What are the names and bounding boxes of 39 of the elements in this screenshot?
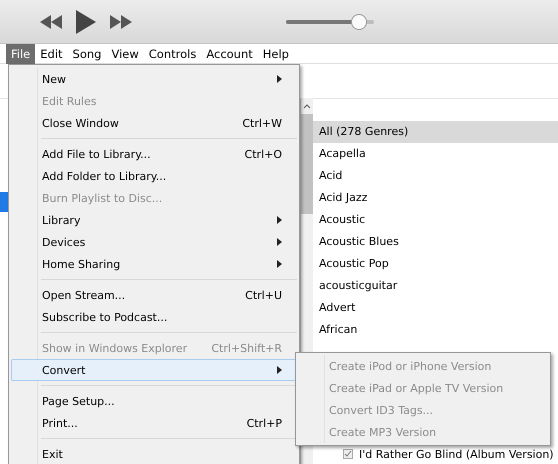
menu-item[interactable]: New bbox=[11, 68, 297, 90]
menu-item[interactable]: Open Stream... Ctrl+U bbox=[11, 284, 297, 306]
menu-title[interactable]: File bbox=[6, 44, 36, 64]
genre-item[interactable]: acousticguitar bbox=[313, 275, 558, 297]
genre-item[interactable]: Acoustic Blues bbox=[313, 231, 558, 253]
genre-item[interactable]: African bbox=[313, 319, 558, 341]
song-checkbox[interactable] bbox=[343, 449, 353, 459]
menu-title[interactable]: Help bbox=[258, 44, 294, 64]
menu-item[interactable]: Library bbox=[11, 209, 297, 231]
genre-item[interactable]: Acid Jazz bbox=[313, 187, 558, 209]
play-icon[interactable] bbox=[76, 10, 96, 34]
menu-title[interactable]: Controls bbox=[144, 44, 202, 64]
genre-item[interactable]: Acid bbox=[313, 165, 558, 187]
menu-item[interactable]: Add File to Library... Ctrl+O bbox=[11, 143, 297, 165]
fast-forward-icon[interactable] bbox=[110, 14, 132, 28]
menu-item[interactable]: Page Setup... bbox=[11, 390, 297, 412]
genre-item[interactable]: Acapella bbox=[313, 143, 558, 165]
menu-item[interactable]: Devices bbox=[11, 231, 297, 253]
genre-item[interactable]: All (278 Genres) bbox=[313, 121, 558, 143]
song-title: I'd Rather Go Blind (Album Version) bbox=[359, 448, 554, 460]
menu-item[interactable]: Home Sharing bbox=[11, 253, 297, 275]
menu-item[interactable]: Close Window Ctrl+W bbox=[11, 112, 297, 134]
menu-title[interactable]: View bbox=[106, 44, 144, 64]
genre-item[interactable]: Acoustic Pop bbox=[313, 253, 558, 275]
menu-item[interactable]: Add Folder to Library... bbox=[11, 165, 297, 187]
menu-title[interactable]: Edit bbox=[35, 44, 68, 64]
menu-item[interactable]: Exit bbox=[11, 443, 297, 464]
menu-item[interactable]: Subscribe to Podcast... bbox=[11, 306, 297, 328]
scroll-up-icon[interactable] bbox=[301, 102, 313, 110]
menu-title[interactable]: Song bbox=[68, 44, 106, 64]
scrollbar-thumb[interactable] bbox=[301, 114, 313, 214]
genre-item[interactable]: Advert bbox=[313, 297, 558, 319]
volume-thumb[interactable] bbox=[351, 14, 368, 30]
genre-item[interactable]: Acoustic bbox=[313, 209, 558, 231]
menu-item[interactable]: Convert bbox=[11, 359, 297, 381]
rewind-icon[interactable] bbox=[40, 14, 62, 28]
menu-title[interactable]: Account bbox=[201, 44, 258, 64]
menu-item[interactable]: Print... Ctrl+P bbox=[11, 412, 297, 434]
sidebar-selection bbox=[0, 192, 8, 212]
